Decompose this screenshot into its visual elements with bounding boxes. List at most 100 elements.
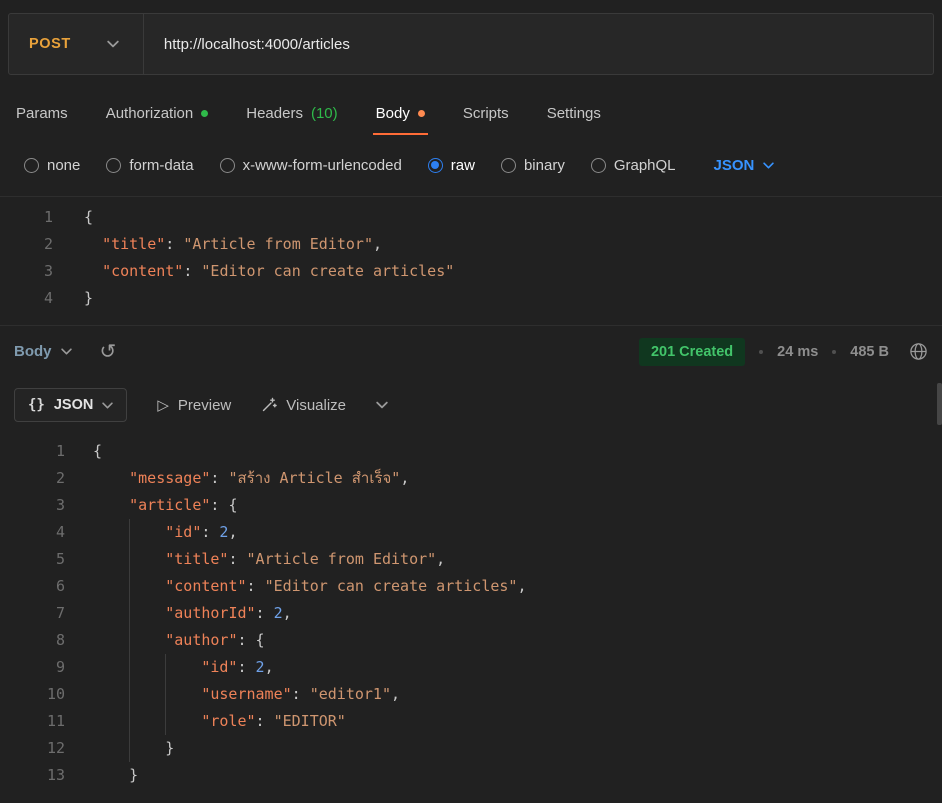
line-number: 4 xyxy=(0,519,93,546)
indent-guide xyxy=(129,600,165,627)
history-icon[interactable]: ↺ xyxy=(100,342,117,362)
line-number: 1 xyxy=(0,438,93,465)
line-number: 7 xyxy=(0,600,93,627)
code-line: 7 "authorId": 2, xyxy=(0,600,942,627)
code-line: 13 } xyxy=(0,762,942,789)
chevron-down-icon[interactable] xyxy=(376,401,388,409)
chevron-down-icon xyxy=(763,162,774,169)
body-type-raw[interactable]: raw xyxy=(428,157,475,174)
separator-dot xyxy=(832,350,836,354)
line-number: 5 xyxy=(0,546,93,573)
code-line: 4} xyxy=(0,285,942,312)
tab-label: Authorization xyxy=(106,105,194,122)
body-type-label: none xyxy=(47,157,80,174)
scrollbar[interactable] xyxy=(937,383,942,425)
line-number: 12 xyxy=(0,735,93,762)
body-type-row: none form-data x-www-form-urlencoded raw bin… xyxy=(24,147,942,183)
response-body-tab[interactable]: Body xyxy=(14,343,72,360)
response-size: 485 B xyxy=(850,344,889,360)
request-tabs: Params Authorization Headers (10) Body Script… xyxy=(0,91,942,135)
wand-icon xyxy=(261,397,277,413)
chevron-down-icon xyxy=(61,348,72,355)
chevron-down-icon xyxy=(107,40,119,48)
format-label: JSON xyxy=(54,397,94,413)
visualize-label: Visualize xyxy=(286,397,346,414)
tab-params[interactable]: Params xyxy=(16,91,68,135)
indent-guide xyxy=(129,681,165,708)
body-type-binary[interactable]: binary xyxy=(501,157,565,174)
radio-icon xyxy=(591,158,606,173)
body-type-label: form-data xyxy=(129,157,193,174)
radio-icon xyxy=(428,158,443,173)
tab-label: Body xyxy=(376,105,410,122)
response-stats: 201 Created 24 ms 485 B xyxy=(639,338,928,366)
tab-settings[interactable]: Settings xyxy=(547,91,601,135)
tab-label: Settings xyxy=(547,105,601,122)
line-number: 3 xyxy=(0,492,93,519)
response-format-selector[interactable]: {} JSON xyxy=(14,388,127,422)
method-label: POST xyxy=(29,36,71,52)
radio-icon xyxy=(106,158,121,173)
visualize-button[interactable]: Visualize xyxy=(261,397,346,414)
tab-label: Headers xyxy=(246,105,303,122)
body-type-label: GraphQL xyxy=(614,157,676,174)
code-line: 2 "title": "Article from Editor", xyxy=(0,231,942,258)
tab-count: (10) xyxy=(311,105,338,122)
indent-guide xyxy=(165,681,201,708)
preview-button[interactable]: ▷ Preview xyxy=(157,396,231,414)
code-line: 8 "author": { xyxy=(0,627,942,654)
body-type-graphql[interactable]: GraphQL xyxy=(591,157,676,174)
api-client-window: POST Params Authorization Headers (10) Body S… xyxy=(0,13,942,792)
indent-guide xyxy=(129,546,165,573)
indent-guide xyxy=(165,654,201,681)
request-code[interactable]: 1{2 "title": "Article from Editor",3 "co… xyxy=(0,197,942,315)
code-line: 3 "content": "Editor can create articles… xyxy=(0,258,942,285)
indent-guide xyxy=(129,708,165,735)
body-type-label: binary xyxy=(524,157,565,174)
method-selector[interactable]: POST xyxy=(9,14,143,74)
tab-authorization[interactable]: Authorization xyxy=(106,91,209,135)
response-time: 24 ms xyxy=(777,344,818,360)
request-url-bar: POST xyxy=(8,13,934,75)
globe-icon[interactable] xyxy=(909,342,928,361)
radio-icon xyxy=(501,158,516,173)
body-type-none[interactable]: none xyxy=(24,157,80,174)
language-selector[interactable]: JSON xyxy=(714,157,775,174)
language-label: JSON xyxy=(714,157,755,174)
line-number: 3 xyxy=(0,258,84,285)
body-type-label: raw xyxy=(451,157,475,174)
response-toolbar: {} JSON ▷ Preview Visualize xyxy=(0,377,942,431)
tab-headers[interactable]: Headers (10) xyxy=(246,91,337,135)
body-type-options: none form-data x-www-form-urlencoded raw bin… xyxy=(24,157,676,174)
body-type-form-data[interactable]: form-data xyxy=(106,157,193,174)
line-number: 6 xyxy=(0,573,93,600)
body-type-x-www-form-urlencoded[interactable]: x-www-form-urlencoded xyxy=(220,157,402,174)
tab-scripts[interactable]: Scripts xyxy=(463,91,509,135)
code-line: 6 "content": "Editor can create articles… xyxy=(0,573,942,600)
response-code[interactable]: 1{2 "message": "สร้าง Article สำเร็จ",3 … xyxy=(0,431,942,792)
line-number: 2 xyxy=(0,231,84,258)
separator-dot xyxy=(759,350,763,354)
line-number: 4 xyxy=(0,285,84,312)
code-line: 5 "title": "Article from Editor", xyxy=(0,546,942,573)
braces-icon: {} xyxy=(28,397,45,413)
response-meta-bar: Body ↺ 201 Created 24 ms 485 B xyxy=(0,325,942,377)
indent-guide xyxy=(129,654,165,681)
line-number: 9 xyxy=(0,654,93,681)
code-line: 3 "article": { xyxy=(0,492,942,519)
line-number: 10 xyxy=(0,681,93,708)
indent-guide xyxy=(165,708,201,735)
indent-guide xyxy=(129,627,165,654)
code-line: 9 "id": 2, xyxy=(0,654,942,681)
url-input[interactable] xyxy=(144,36,933,53)
preview-label: Preview xyxy=(178,397,231,414)
code-line: 12 } xyxy=(0,735,942,762)
line-number: 11 xyxy=(0,708,93,735)
body-type-label: x-www-form-urlencoded xyxy=(243,157,402,174)
line-number: 13 xyxy=(0,762,93,789)
indent-guide xyxy=(129,519,165,546)
status-badge: 201 Created xyxy=(639,338,745,366)
tab-body[interactable]: Body xyxy=(376,91,425,135)
response-body-label: Body xyxy=(14,343,52,360)
radio-icon xyxy=(220,158,235,173)
